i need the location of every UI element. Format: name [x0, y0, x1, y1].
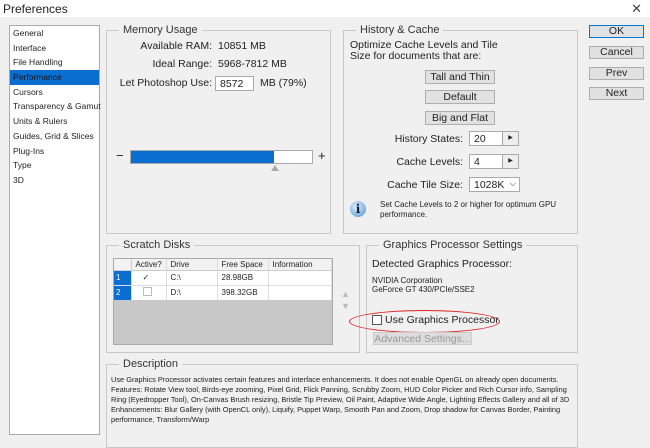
ok-button[interactable]: OK: [589, 25, 644, 38]
free-space-cell: 28.98GB: [217, 270, 269, 285]
info-icon: i: [350, 201, 366, 217]
cache-levels-input[interactable]: 4: [469, 154, 503, 169]
memory-slider-fill: [131, 151, 274, 163]
next-button[interactable]: Next: [589, 87, 644, 100]
scratch-table: Active? Drive Free Space Information 1 ✓ C:\ 2…: [113, 258, 333, 345]
prev-button[interactable]: Prev: [589, 67, 644, 80]
move-down-icon[interactable]: ▼: [341, 301, 350, 311]
info-text: Set Cache Levels to 2 or higher for opti…: [380, 200, 557, 219]
sidebar-item-cursors[interactable]: Cursors: [10, 85, 99, 100]
info-cell: [268, 270, 332, 285]
cache-levels-label: Cache Levels:: [396, 156, 463, 168]
sidebar-item-performance[interactable]: Performance: [10, 70, 99, 85]
sidebar-item-type[interactable]: Type: [10, 158, 99, 173]
sidebar-item-transparency[interactable]: Transparency & Gamut: [10, 99, 101, 114]
header-free: Free Space: [217, 259, 269, 271]
history-states-label: History States:: [394, 133, 463, 145]
cache-tile-label: Cache Tile Size:: [387, 179, 463, 191]
history-states-input[interactable]: 20: [469, 131, 503, 146]
active-checkbox[interactable]: ✓: [131, 270, 167, 285]
available-ram-value: 10851 MB: [218, 40, 266, 52]
history-cache-title: History & Cache: [360, 24, 440, 36]
description-title: Description: [123, 358, 179, 370]
table-row[interactable]: 1 ✓ C:\ 28.98GB: [114, 270, 332, 285]
cache-tile-value: 1028K: [474, 179, 505, 191]
tall-thin-button[interactable]: Tall and Thin: [425, 70, 495, 84]
decrease-icon[interactable]: −: [116, 148, 124, 163]
memory-slider-thumb[interactable]: [270, 165, 279, 171]
header-num: [114, 259, 132, 271]
memory-usage-title: Memory Usage: [123, 24, 198, 36]
window-title: Preferences: [3, 2, 68, 16]
memory-usage-group: Memory Usage: [106, 24, 331, 234]
available-ram-label: Available RAM:: [140, 40, 212, 52]
row-number: 2: [114, 285, 132, 300]
sidebar-item-file-handling[interactable]: File Handling: [10, 55, 99, 70]
row-number: 1: [114, 270, 132, 285]
table-header: Active? Drive Free Space Information: [114, 259, 332, 271]
gpu-model: GeForce GT 430/PCIe/SSE2: [372, 285, 475, 294]
gpu-vendor: NVIDIA Corporation: [372, 276, 443, 285]
photoshop-use-input[interactable]: 8572: [215, 76, 254, 91]
sidebar: General Interface File Handling Performa…: [9, 25, 101, 435]
sidebar-item-plugins[interactable]: Plug-Ins: [10, 144, 99, 159]
chevron-down-icon: ⌵: [509, 179, 516, 188]
history-states-arrow-icon[interactable]: ▶: [502, 131, 519, 146]
close-icon[interactable]: ✕: [631, 1, 642, 17]
cache-levels-arrow-icon[interactable]: ▶: [502, 154, 519, 169]
table-row[interactable]: 2 D:\ 398.32GB: [114, 285, 332, 300]
sidebar-item-general[interactable]: General: [10, 26, 99, 41]
ideal-range-label: Ideal Range:: [152, 58, 212, 70]
cache-tile-select[interactable]: 1028K ⌵: [469, 177, 520, 192]
advanced-settings-button[interactable]: Advanced Settings...: [373, 332, 472, 345]
gpu-title: Graphics Processor Settings: [383, 239, 523, 251]
increase-icon[interactable]: +: [318, 148, 326, 163]
header-active: Active?: [131, 259, 167, 271]
cancel-button[interactable]: Cancel: [589, 46, 644, 59]
use-gpu-label[interactable]: Use Graphics Processor: [385, 314, 499, 326]
ideal-range-value: 5968-7812 MB: [218, 58, 287, 70]
sidebar-item-3d[interactable]: 3D: [10, 173, 99, 188]
move-up-icon[interactable]: ▲: [341, 289, 350, 299]
header-info: Information: [268, 259, 332, 271]
sidebar-item-interface[interactable]: Interface: [10, 41, 99, 56]
drive-cell: C:\: [166, 270, 218, 285]
scratch-disks-title: Scratch Disks: [123, 239, 191, 251]
optimize-text: Optimize Cache Levels and Tile Size for …: [350, 39, 498, 62]
photoshop-use-suffix: MB (79%): [260, 77, 307, 89]
title-bar: Preferences: [0, 0, 650, 17]
use-gpu-checkbox[interactable]: [372, 315, 382, 325]
memory-slider[interactable]: [130, 150, 313, 164]
default-button[interactable]: Default: [425, 90, 495, 104]
detected-gpu-label: Detected Graphics Processor:: [372, 258, 513, 270]
drive-cell: D:\: [166, 285, 218, 300]
description-text: Use Graphics Processor activates certain…: [111, 375, 570, 424]
info-cell: [268, 285, 332, 300]
sidebar-item-units[interactable]: Units & Rulers: [10, 114, 99, 129]
big-flat-button[interactable]: Big and Flat: [425, 111, 495, 125]
active-checkbox[interactable]: [131, 285, 167, 300]
sidebar-item-guides[interactable]: Guides, Grid & Slices: [10, 129, 99, 144]
header-drive: Drive: [166, 259, 218, 271]
free-space-cell: 398.32GB: [217, 285, 269, 300]
photoshop-use-label: Let Photoshop Use:: [119, 77, 212, 89]
